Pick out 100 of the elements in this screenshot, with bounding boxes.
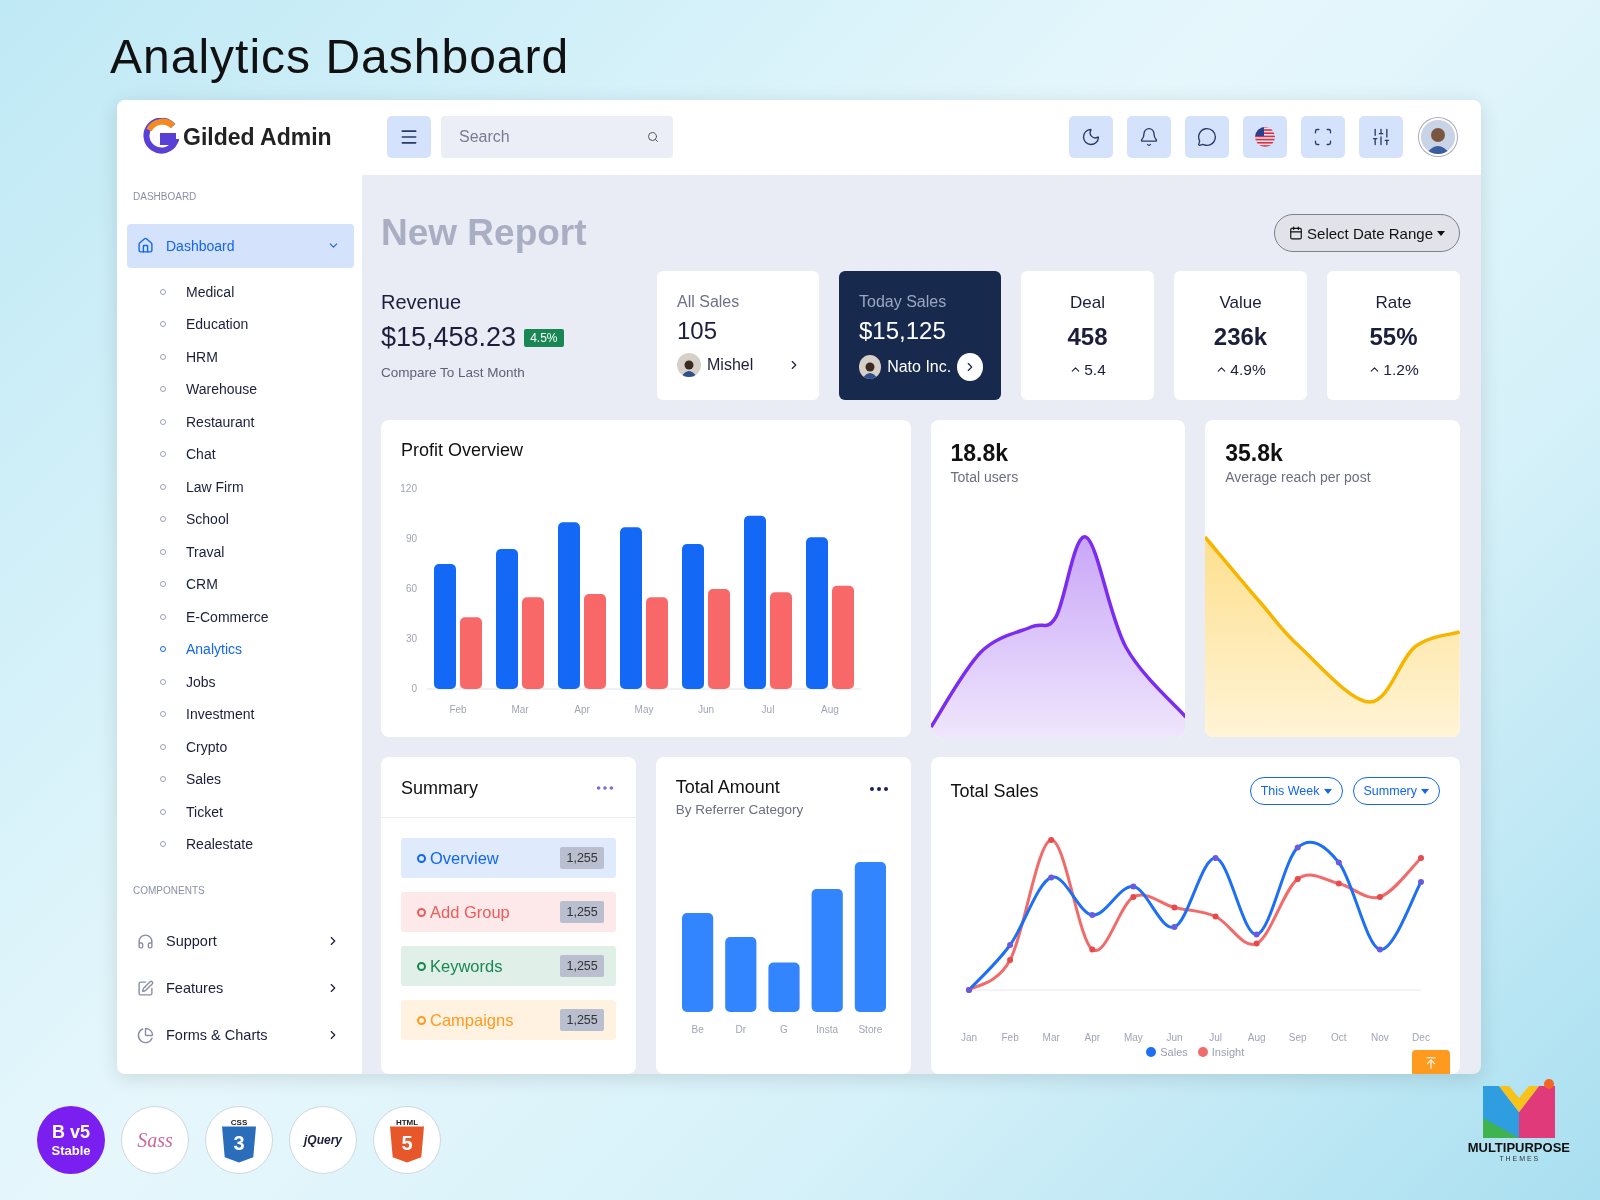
report-title: New Report	[381, 212, 587, 254]
data-point	[1294, 876, 1301, 882]
sidebar-subitem[interactable]: Education	[127, 308, 354, 341]
caret-icon	[1437, 230, 1445, 236]
axis-label: Aug	[821, 704, 839, 715]
badge-caption: HTML	[395, 1117, 419, 1127]
data-point	[1170, 904, 1177, 911]
filter-dropdown[interactable]: Summery	[1352, 777, 1440, 805]
caret-icon	[1421, 788, 1429, 794]
axis-label: 60	[405, 583, 417, 594]
sidebar-subitem[interactable]: Sales	[127, 763, 354, 796]
badge-caption: Stable	[51, 1143, 91, 1158]
data-point	[1088, 912, 1095, 918]
axis-label: Oct	[1330, 1032, 1347, 1043]
flag-icon	[1254, 126, 1276, 149]
avatar[interactable]	[1419, 118, 1457, 157]
sidebar-subitem[interactable]: Chat	[127, 438, 354, 471]
sidebar-item[interactable]: Dashboard	[127, 223, 354, 268]
party-name: Mishel	[707, 356, 755, 375]
axis-label: Jun	[697, 704, 715, 715]
sliders-button[interactable]	[1359, 116, 1403, 159]
section-label: DASHBOARD	[132, 190, 198, 202]
axis-label: Mar	[1042, 1032, 1060, 1043]
sidebar-subitem[interactable]: CRM	[127, 568, 354, 601]
data-point	[1047, 874, 1054, 881]
data-point	[1253, 940, 1260, 947]
sidebar-subitem[interactable]: HRM	[127, 340, 354, 374]
sidebar-subitem[interactable]: Realestate	[127, 828, 354, 861]
legend-item: Insight	[1197, 1046, 1245, 1058]
sidebar-subitem[interactable]: Crypto	[127, 730, 354, 764]
next-button[interactable]	[957, 353, 983, 382]
revenue-amount: $15,458.23	[381, 322, 517, 354]
sidebar-item[interactable]: Forms & Charts	[127, 1011, 354, 1059]
menu-button[interactable]	[387, 116, 431, 159]
sidebar-subitem[interactable]: Jobs	[127, 665, 354, 699]
data-point	[1088, 946, 1095, 953]
card-label: Today Sales	[859, 293, 948, 312]
axis-label: May	[634, 704, 654, 715]
metric-value: 458	[1067, 322, 1108, 351]
subitem-label: Chat	[186, 446, 216, 463]
summary-item[interactable]: Keywords 1,255	[401, 946, 616, 986]
summary-item[interactable]: Overview 1,255	[401, 838, 616, 878]
summary-item[interactable]: Add Group 1,255	[401, 892, 616, 932]
metric-value: 236k	[1213, 322, 1268, 351]
chat-button[interactable]	[1185, 116, 1229, 159]
subitem-label: Realestate	[186, 836, 253, 853]
sidebar-subitem[interactable]: E-Commerce	[127, 600, 354, 634]
summary-label: Campaigns	[430, 1010, 515, 1030]
subitem-label: Warehouse	[186, 381, 258, 398]
axis-label: Apr	[1084, 1032, 1100, 1043]
bar	[460, 617, 482, 689]
sidebar-subitem[interactable]: Warehouse	[127, 373, 354, 406]
card-value: 105	[677, 317, 719, 346]
axis-label: G	[779, 1024, 788, 1035]
sidebar-item[interactable]: Support	[127, 917, 354, 965]
party-name: Nato Inc.	[887, 358, 952, 377]
flag-button[interactable]	[1243, 116, 1287, 159]
sales-card[interactable]: Today Sales $15,125 Nato Inc.	[839, 271, 1001, 400]
axis-label: Nov	[1370, 1032, 1389, 1043]
data-point	[1417, 855, 1424, 861]
metric-change: 5.4	[1084, 360, 1106, 379]
data-point	[1170, 924, 1177, 930]
data-point	[1376, 946, 1383, 953]
subitem-label: Crypto	[186, 738, 228, 755]
axis-label: Insta	[816, 1024, 838, 1035]
card-title: Profit Overview	[401, 440, 525, 461]
subitem-label: Traval	[186, 543, 225, 560]
sidebar-item[interactable]: Features	[127, 964, 354, 1012]
sales-card[interactable]: All Sales 105 Mishel	[657, 271, 819, 400]
subitem-label: Law Firm	[186, 478, 244, 495]
caret-icon	[1323, 788, 1332, 794]
summary-label: Keywords	[430, 956, 504, 976]
summary-item[interactable]: Campaigns 1,255	[401, 1000, 616, 1040]
card-subtitle: By Referrer Category	[675, 802, 804, 817]
sidebar-subitem[interactable]: School	[127, 503, 354, 536]
axis-label: Jan	[960, 1032, 977, 1043]
person-icon	[677, 353, 701, 378]
data-point	[1129, 883, 1136, 890]
search-field[interactable]: Search	[441, 116, 673, 159]
axis-label: Aug	[1247, 1032, 1266, 1043]
date-range-button[interactable]: Select Date Range	[1274, 214, 1460, 252]
axis-label: Sep	[1288, 1032, 1307, 1043]
sidebar-subitem[interactable]: Restaurant	[127, 405, 354, 439]
sidebar-subitem[interactable]: Medical	[127, 275, 354, 309]
chat-icon	[1197, 127, 1217, 148]
pen-icon	[137, 979, 154, 997]
sidebar-subitem[interactable]: Ticket	[127, 795, 354, 829]
subitem-label: Sales	[186, 771, 222, 788]
moon-button[interactable]	[1069, 116, 1113, 159]
sidebar-subitem[interactable]: Law Firm	[127, 470, 354, 504]
stat-value: 35.8k	[1225, 440, 1284, 467]
sidebar-subitem[interactable]: Investment	[127, 698, 354, 731]
count-label: 1,255	[560, 901, 604, 923]
bell-button[interactable]	[1127, 116, 1171, 159]
home-icon	[137, 237, 154, 255]
badge-text: Sass	[137, 1128, 173, 1152]
fullscreen-button[interactable]	[1301, 116, 1345, 159]
sidebar-subitem[interactable]: Traval	[127, 535, 354, 569]
filter-dropdown[interactable]: This Week	[1249, 777, 1343, 805]
sidebar-subitem[interactable]: Analytics	[127, 633, 354, 666]
